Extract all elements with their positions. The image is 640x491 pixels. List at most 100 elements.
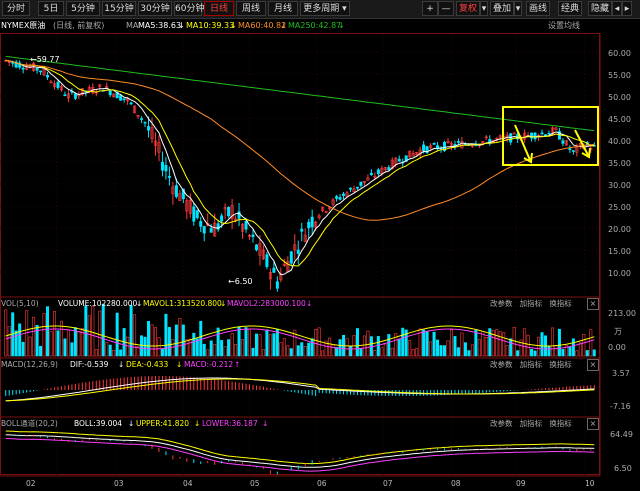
edit-params-button[interactable]: 改参数 (490, 419, 513, 428)
volume-bar (550, 327, 554, 357)
candle-body (140, 118, 144, 120)
candle-body (547, 132, 551, 135)
volume-bar (509, 338, 513, 357)
volume-bar (373, 350, 377, 357)
volume-bar (397, 338, 401, 357)
vol-y-axis: 213.00 万 0.00 (600, 298, 640, 358)
volume-bar (251, 347, 255, 357)
high-price-marker: ←59.77 (30, 55, 60, 64)
volume-bar (429, 341, 433, 357)
dea-arrow-icon: ↓ (176, 360, 183, 369)
volume-bar (484, 336, 488, 357)
close-macd-panel-icon[interactable]: × (587, 359, 599, 371)
vol-y-unit: 万 (614, 327, 622, 336)
volume-bar (502, 332, 506, 357)
volume-bar (112, 349, 116, 357)
volume-bar (7, 326, 11, 357)
candle-body (35, 68, 39, 71)
volume-bar (523, 328, 527, 357)
volume-bar (554, 345, 558, 357)
edit-params-button[interactable]: 改参数 (490, 360, 513, 369)
volume-bar (32, 316, 36, 357)
volume-bar (505, 345, 509, 357)
candle-body (199, 220, 203, 227)
x-tick: 09 (516, 479, 526, 488)
volume-bar (540, 332, 544, 357)
candle-body (296, 249, 300, 254)
close-vol-panel-icon[interactable]: × (587, 298, 599, 310)
change-indicator-button[interactable]: 换指标 (549, 360, 572, 369)
volume-bar (439, 345, 443, 357)
volume-bar (115, 312, 119, 357)
volume-bar (275, 328, 279, 357)
vol-name[interactable]: VOL(5,10) (1, 298, 39, 310)
candle-body (108, 90, 112, 96)
candle-body (129, 102, 133, 105)
volume-bar (456, 347, 460, 357)
volume-bar (589, 329, 593, 357)
change-indicator-button[interactable]: 换指标 (549, 419, 572, 428)
volume-bar (467, 350, 471, 357)
candle-body (122, 98, 126, 101)
volume-bar (268, 334, 272, 357)
boll-upper-line (5, 430, 595, 465)
volume-bar (561, 348, 565, 357)
volume-bar (77, 331, 81, 357)
volume-bar (63, 338, 67, 357)
volume-bar (98, 310, 102, 357)
candle-body (227, 206, 231, 217)
volume-bar (87, 315, 91, 357)
lower-value: LOWER:36.187 (202, 419, 258, 428)
boll-name[interactable]: BOLL通道(20,2) (1, 418, 58, 430)
close-boll-panel-icon[interactable]: × (587, 418, 599, 430)
volume-bar (213, 344, 217, 357)
y-tick: 55.00 (608, 71, 631, 80)
add-indicator-button[interactable]: 加指标 (520, 360, 543, 369)
dea-value: DEA:-0.433 (126, 360, 169, 369)
volume-bar (21, 341, 25, 357)
mavol1-value: MAVOL1:313520.800 (143, 299, 222, 308)
volume-bar (14, 330, 18, 357)
candle-body (348, 187, 352, 190)
volume-bar (4, 309, 8, 357)
volume-bar (133, 314, 137, 357)
volume-bar (422, 329, 426, 357)
change-indicator-button[interactable]: 换指标 (549, 299, 572, 308)
candle-body (561, 140, 565, 144)
candle-body (160, 161, 164, 171)
x-tick: 03 (114, 479, 124, 488)
add-indicator-button[interactable]: 加指标 (520, 419, 543, 428)
candle-body (456, 141, 460, 143)
volume-bar (143, 336, 147, 357)
volume-bar (432, 331, 436, 357)
boll-lower-line (5, 438, 595, 472)
volume-bar (537, 336, 541, 357)
boll-mid-line (5, 434, 595, 468)
candle-body (244, 221, 248, 230)
volume-bar (147, 320, 151, 357)
candle-body (335, 196, 339, 199)
macd-name[interactable]: MACD(12,26,9) (1, 359, 58, 371)
volume-bar (18, 323, 22, 357)
boll-y-axis: 64.49 6.50 (600, 418, 640, 476)
edit-params-button[interactable]: 改参数 (490, 299, 513, 308)
volume-bar (153, 327, 157, 357)
add-indicator-button[interactable]: 加指标 (520, 299, 543, 308)
volume-bar (557, 328, 561, 357)
volume-bar (265, 329, 269, 357)
candle-body (272, 267, 276, 273)
volume-bar (35, 324, 39, 357)
volume-bar (209, 340, 213, 357)
mavol1-arrow-icon: ↓ (220, 299, 227, 308)
upper-value: UPPER:41.820 (136, 419, 190, 428)
volume-bar (174, 324, 178, 357)
candle-body (46, 74, 50, 78)
volume-bar (300, 342, 304, 357)
x-tick: 10 (585, 479, 595, 488)
candle-body (300, 228, 304, 232)
volume-bar (463, 342, 467, 357)
boll-panel-tools: 改参数 加指标 换指标 (490, 418, 572, 429)
volume-bar (244, 327, 248, 357)
volume-bar (258, 334, 262, 357)
candle-body (387, 167, 391, 171)
